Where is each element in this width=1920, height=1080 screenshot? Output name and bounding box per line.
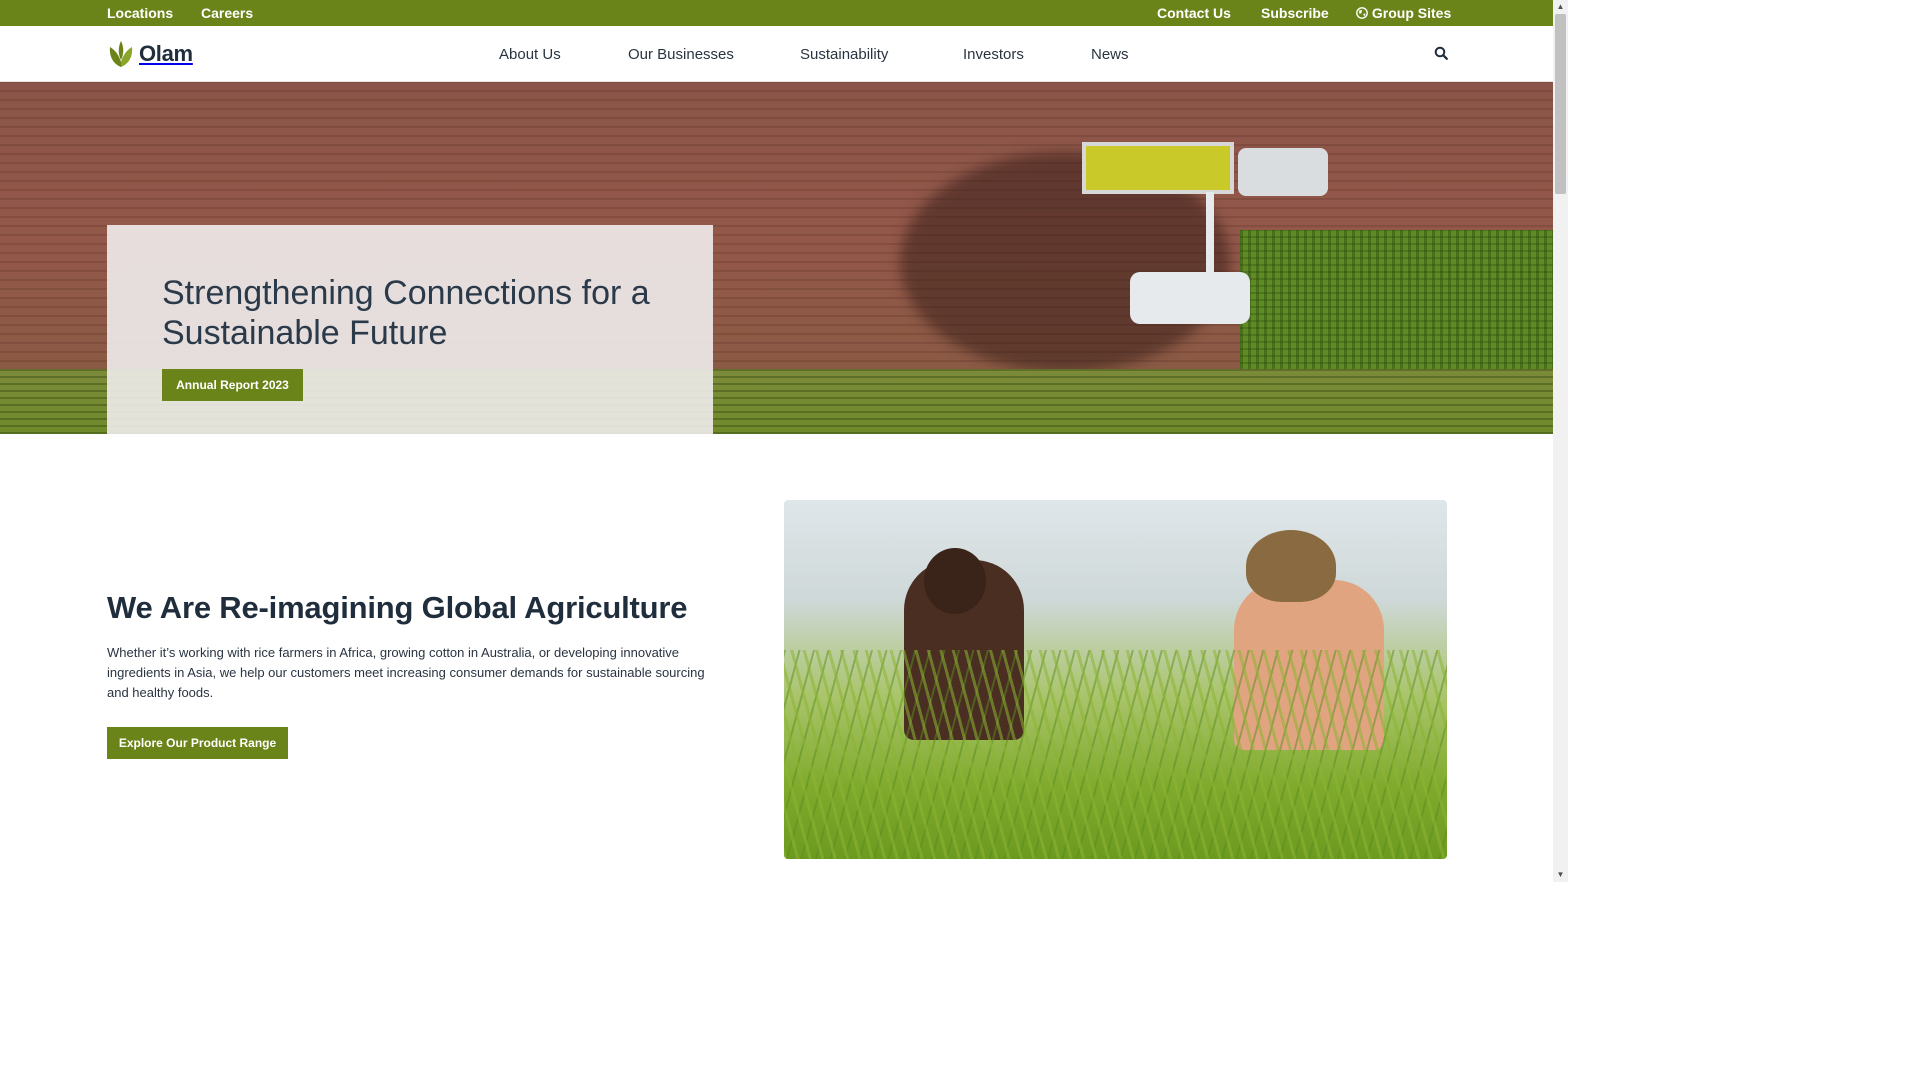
group-sites-label: Group Sites — [1371, 5, 1452, 21]
olam-logo[interactable]: Olam — [107, 39, 193, 69]
subscribe-link[interactable]: Subscribe — [1261, 5, 1329, 21]
globe-icon — [1356, 6, 1368, 22]
contact-us-link[interactable]: Contact Us — [1157, 5, 1231, 21]
hero-banner: Strengthening Connections for a Sustaina… — [0, 82, 1553, 434]
intro-title: We Are Re-imagining Global Agriculture — [107, 590, 688, 625]
annual-report-button[interactable]: Annual Report 2023 — [162, 369, 303, 401]
photo-rice-grass — [784, 650, 1447, 859]
leaf-logo-icon — [107, 40, 135, 68]
page-scrollbar[interactable]: ▲ ▼ — [1553, 0, 1568, 882]
nav-item-our-businesses[interactable]: Our Businesses — [628, 46, 734, 63]
hero-title: Strengthening Connections for a Sustaina… — [162, 274, 650, 352]
nav-item-investors[interactable]: Investors — [963, 46, 1024, 63]
careers-link[interactable]: Careers — [201, 5, 253, 21]
nav-item-news[interactable]: News — [1091, 46, 1129, 63]
search-icon — [1434, 46, 1448, 63]
photo-farmer-left-head — [924, 548, 986, 614]
search-button[interactable] — [1432, 45, 1450, 63]
nav-item-about-us[interactable]: About Us — [499, 46, 561, 63]
scrollbar-thumb[interactable] — [1555, 14, 1566, 194]
group-sites-link[interactable]: Group Sites — [1356, 5, 1451, 22]
explore-products-button[interactable]: Explore Our Product Range — [107, 727, 288, 759]
hero-image-tractor — [1238, 148, 1328, 196]
hero-image-trailer — [1082, 142, 1234, 194]
top-utility-bar: Locations Careers Contact Us Subscribe G… — [0, 0, 1553, 26]
intro-text: Whether it’s working with rice farmers i… — [107, 645, 705, 700]
locations-link[interactable]: Locations — [107, 5, 173, 21]
scroll-down-arrow-icon[interactable]: ▼ — [1553, 868, 1568, 882]
nav-item-sustainability[interactable]: Sustainability — [800, 46, 888, 63]
hero-image-harvester — [1130, 272, 1250, 324]
logo-text: Olam — [139, 41, 193, 66]
photo-farmer-right-hat — [1246, 530, 1336, 602]
scroll-up-arrow-icon[interactable]: ▲ — [1553, 0, 1568, 14]
hero-card: Strengthening Connections for a Sustaina… — [107, 225, 713, 434]
main-header: Olam About Us Our Businesses Sustainabil… — [0, 26, 1553, 82]
farmers-photo — [784, 500, 1447, 859]
